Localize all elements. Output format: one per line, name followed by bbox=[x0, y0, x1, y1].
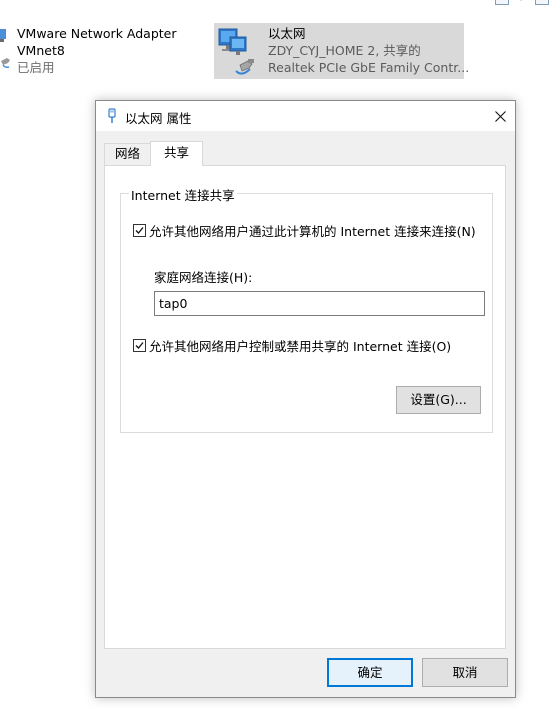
home-network-label: 家庭网络连接(H): bbox=[154, 270, 253, 285]
dialog-title: 以太网 属性 bbox=[125, 111, 192, 126]
internet-sharing-group: Internet 连接共享 允许其他网络用户通过此计算机的 Internet 连… bbox=[120, 185, 493, 433]
tab-network[interactable]: 网络 bbox=[104, 143, 151, 165]
cancel-button[interactable]: 取消 bbox=[422, 658, 508, 687]
adapter-status: 已启用 bbox=[17, 60, 55, 75]
allow-control-label: 允许其他网络用户控制或禁用共享的 Internet 连接(O) bbox=[149, 339, 452, 354]
change-view-icon[interactable] bbox=[495, 0, 509, 5]
allow-control-checkbox[interactable] bbox=[133, 339, 146, 352]
sharing-tab-panel: Internet 连接共享 允许其他网络用户通过此计算机的 Internet 连… bbox=[104, 165, 506, 649]
checkmark-icon bbox=[135, 342, 144, 349]
allow-connect-option[interactable]: 允许其他网络用户通过此计算机的 Internet 连接来连接(N) bbox=[133, 221, 476, 240]
chevron-down-icon[interactable]: ▾ bbox=[519, 0, 525, 3]
properties-dialog: 以太网 属性 网络 共享 Internet 连接共享 允许其他网络用户通过此计算… bbox=[95, 100, 516, 698]
preview-pane-icon[interactable] bbox=[535, 0, 549, 5]
ok-button[interactable]: 确定 bbox=[327, 658, 413, 687]
close-button[interactable] bbox=[485, 101, 515, 131]
allow-connect-label: 允许其他网络用户通过此计算机的 Internet 连接来连接(N) bbox=[149, 224, 476, 239]
network-adapter-icon bbox=[0, 23, 17, 79]
allow-connect-checkbox[interactable] bbox=[133, 224, 146, 237]
explorer-toolbar: ▾ bbox=[495, 0, 549, 8]
adapter-ethernet[interactable]: 以太网 ZDY_CYJ_HOME 2, 共享的 Realtek PCIe GbE… bbox=[214, 23, 469, 79]
close-icon bbox=[494, 110, 506, 122]
group-title: Internet 连接共享 bbox=[129, 185, 237, 204]
settings-button[interactable]: 设置(G)... bbox=[396, 386, 481, 414]
adapter-network: VMnet8 bbox=[17, 43, 65, 58]
allow-control-option[interactable]: 允许其他网络用户控制或禁用共享的 Internet 连接(O) bbox=[133, 336, 451, 355]
adapter-vmware-vmnet8[interactable]: VMware Network Adapter VMnet8 已启用 bbox=[0, 23, 205, 79]
adapter-name: VMware Network Adapter bbox=[17, 26, 177, 41]
network-adapter-icon bbox=[214, 23, 268, 79]
checkmark-icon bbox=[135, 227, 144, 234]
home-network-field[interactable]: tap0 bbox=[154, 291, 485, 316]
tab-sharing[interactable]: 共享 bbox=[150, 141, 203, 166]
ethernet-plug-icon bbox=[105, 108, 119, 124]
adapter-name: 以太网 bbox=[268, 26, 306, 41]
dialog-titlebar[interactable]: 以太网 属性 bbox=[96, 101, 515, 131]
adapter-status: Realtek PCIe GbE Family Contr... bbox=[268, 60, 470, 75]
adapter-network: ZDY_CYJ_HOME 2, 共享的 bbox=[268, 43, 421, 58]
